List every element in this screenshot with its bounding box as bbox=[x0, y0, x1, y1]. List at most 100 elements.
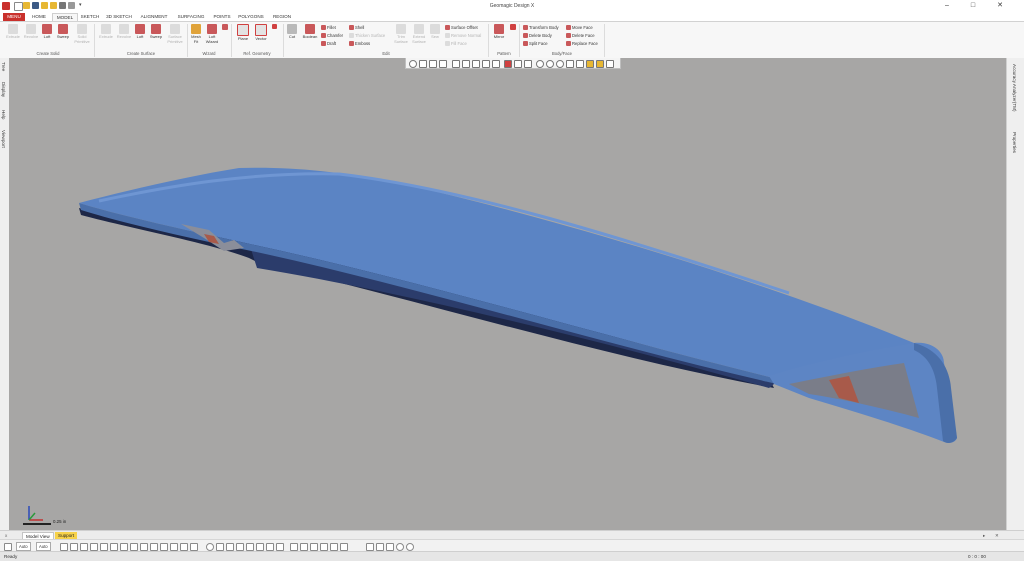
brush-select-icon[interactable] bbox=[556, 60, 564, 68]
tab-list-icon[interactable]: ✕ bbox=[992, 532, 1002, 539]
view-sphere-icon[interactable] bbox=[409, 60, 417, 68]
select-icon[interactable] bbox=[536, 60, 544, 68]
zoom-icon[interactable] bbox=[206, 543, 214, 551]
lasso-icon[interactable] bbox=[546, 60, 554, 68]
ortho-icon[interactable] bbox=[310, 543, 318, 551]
filter-region-icon[interactable] bbox=[70, 543, 78, 551]
view-left-icon[interactable] bbox=[256, 543, 264, 551]
filter-mesh-icon[interactable] bbox=[60, 543, 68, 551]
render-mode-icon[interactable] bbox=[452, 60, 460, 68]
settings-icon[interactable] bbox=[606, 60, 614, 68]
filter-edge-icon[interactable] bbox=[100, 543, 108, 551]
deviation-icon[interactable] bbox=[340, 543, 348, 551]
filter-curve-icon[interactable] bbox=[160, 543, 168, 551]
vector-button[interactable]: Vector bbox=[253, 24, 269, 42]
surface-revolve-button[interactable]: Revolve bbox=[115, 24, 133, 40]
measure-icon[interactable] bbox=[524, 60, 532, 68]
help-circle-icon[interactable] bbox=[396, 543, 404, 551]
move-face-button[interactable]: Move Face bbox=[566, 25, 593, 31]
pan-icon[interactable] bbox=[216, 543, 224, 551]
clip-plane-icon[interactable] bbox=[514, 60, 522, 68]
pointer-icon[interactable] bbox=[4, 543, 12, 551]
tab-alignment[interactable]: ALIGNMENT bbox=[137, 13, 171, 21]
view-top-icon[interactable] bbox=[236, 543, 244, 551]
trim-surface-button[interactable]: Trim Surface bbox=[393, 24, 409, 44]
surface-sweep-button[interactable]: Sweep bbox=[148, 24, 164, 40]
snap-icon[interactable] bbox=[290, 543, 298, 551]
close-view-icon[interactable]: x bbox=[2, 532, 10, 539]
remove-normal-button[interactable]: Remove Normal bbox=[445, 33, 481, 39]
hidden-line-icon[interactable] bbox=[492, 60, 500, 68]
extend-surface-button[interactable]: Extend Surface bbox=[410, 24, 428, 44]
tab-accuracy-analyzer[interactable]: Accuracy Analyzer(TM) bbox=[1012, 64, 1017, 111]
tab-viewport[interactable]: Viewport bbox=[1, 130, 6, 148]
light-icon[interactable] bbox=[596, 60, 604, 68]
tab-region[interactable]: REGION bbox=[269, 13, 295, 21]
cut-button[interactable]: Cut bbox=[286, 24, 298, 40]
polyline-select-icon[interactable] bbox=[576, 60, 584, 68]
view-cube-icon[interactable] bbox=[419, 60, 427, 68]
loft-wizard-button[interactable]: Loft Wizard bbox=[204, 24, 220, 44]
pattern-extra-button[interactable] bbox=[508, 24, 517, 31]
view-front-icon[interactable] bbox=[429, 60, 437, 68]
view-fit-icon[interactable] bbox=[439, 60, 447, 68]
capture-icon[interactable] bbox=[386, 543, 394, 551]
replace-face-button[interactable]: Replace Face bbox=[566, 41, 598, 47]
point-button[interactable] bbox=[270, 24, 278, 30]
record-icon[interactable] bbox=[366, 543, 374, 551]
display-mode-icon[interactable] bbox=[462, 60, 470, 68]
surface-offset-button[interactable]: Surface Offset bbox=[445, 25, 478, 31]
filter-point-icon[interactable] bbox=[130, 543, 138, 551]
filter-plane-icon[interactable] bbox=[140, 543, 148, 551]
tab-surfacing[interactable]: SURFACING bbox=[174, 13, 208, 21]
tab-tree[interactable]: Tree bbox=[1, 62, 6, 71]
wireframe-icon[interactable] bbox=[472, 60, 480, 68]
thicken-surface-button[interactable]: Thicken Surface bbox=[349, 33, 385, 39]
rotate-icon[interactable] bbox=[226, 543, 234, 551]
filter-feature-icon[interactable] bbox=[180, 543, 188, 551]
delete-face-button[interactable]: Delete Face bbox=[566, 33, 595, 39]
grid-icon[interactable] bbox=[300, 543, 308, 551]
tab-support[interactable]: Support bbox=[55, 532, 78, 539]
plane-button[interactable]: Plane bbox=[235, 24, 251, 42]
surface-primitive-button[interactable]: Surface Primitive bbox=[165, 24, 185, 44]
tab-points[interactable]: POINTS bbox=[210, 13, 234, 21]
filter-face-icon[interactable] bbox=[90, 543, 98, 551]
tab-home[interactable]: HOME bbox=[28, 13, 50, 21]
shaded-icon[interactable] bbox=[482, 60, 490, 68]
chamfer-button[interactable]: Chamfer bbox=[321, 33, 343, 39]
window-select-icon[interactable] bbox=[566, 60, 574, 68]
wizard-extra-button[interactable] bbox=[221, 24, 229, 31]
3d-viewport[interactable]: 0.25 in bbox=[9, 58, 1006, 530]
surface-extrude-button[interactable]: Extrude bbox=[97, 24, 115, 40]
section-icon[interactable] bbox=[504, 60, 512, 68]
draft-button[interactable]: Draft bbox=[321, 41, 336, 47]
shell-button[interactable]: Shell bbox=[349, 25, 364, 31]
paint-icon[interactable] bbox=[586, 60, 594, 68]
filter-vector-icon[interactable] bbox=[150, 543, 158, 551]
boolean-button[interactable]: Boolean bbox=[301, 24, 319, 40]
close-icon[interactable]: ✕ bbox=[993, 1, 1007, 11]
split-face-button[interactable]: Split Face bbox=[523, 41, 548, 47]
tab-scroll-right-icon[interactable]: ▸ bbox=[980, 532, 988, 539]
tab-display[interactable]: Display bbox=[1, 82, 6, 97]
view-right-icon[interactable] bbox=[266, 543, 274, 551]
fillet-button[interactable]: Fillet bbox=[321, 25, 336, 31]
perspective-icon[interactable] bbox=[320, 543, 328, 551]
solid-extrude-button[interactable]: Extrude bbox=[4, 24, 22, 40]
selection-mode-select-1[interactable]: Auto bbox=[16, 542, 31, 551]
delete-body-button[interactable]: Delete Body bbox=[523, 33, 552, 39]
solid-primitive-button[interactable]: Solid Primitive bbox=[72, 24, 92, 44]
filter-sketch-icon[interactable] bbox=[120, 543, 128, 551]
minimize-icon[interactable]: – bbox=[940, 1, 954, 11]
filter-vertex-icon[interactable] bbox=[110, 543, 118, 551]
selection-mode-select-2[interactable]: Auto bbox=[36, 542, 51, 551]
sew-button[interactable]: Sew bbox=[429, 24, 441, 40]
solid-loft-button[interactable]: Loft bbox=[40, 24, 54, 40]
solid-sweep-button[interactable]: Sweep bbox=[55, 24, 71, 40]
emboss-button[interactable]: Emboss bbox=[349, 41, 370, 47]
fill-face-button[interactable]: Fill Face bbox=[445, 41, 467, 47]
info-icon[interactable] bbox=[406, 543, 414, 551]
view-iso-icon[interactable] bbox=[276, 543, 284, 551]
filter-body-icon[interactable] bbox=[80, 543, 88, 551]
